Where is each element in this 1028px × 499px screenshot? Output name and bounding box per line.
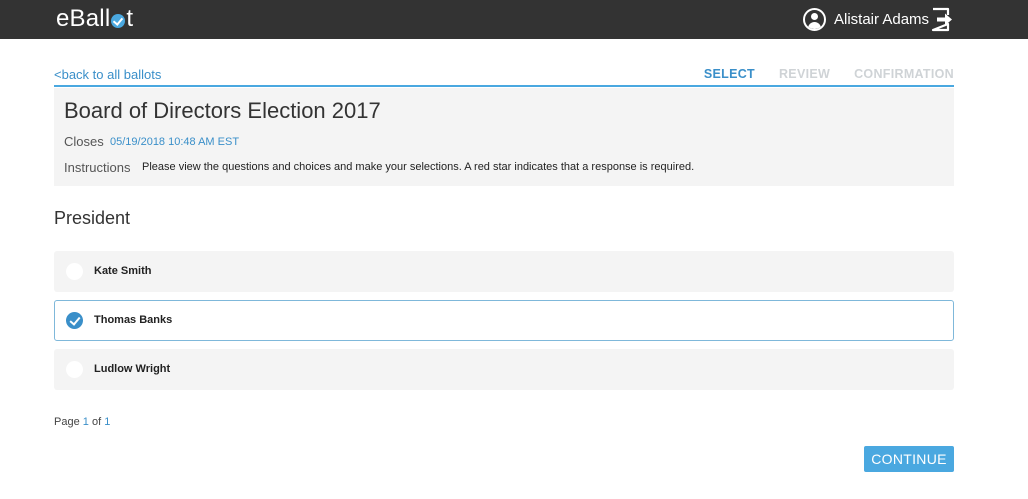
choice-label: Thomas Banks — [94, 314, 173, 326]
page-current: 1 — [82, 416, 89, 428]
back-to-ballots-link[interactable]: <back to all ballots — [54, 67, 161, 82]
eballot-logo[interactable]: eBall t — [56, 4, 133, 34]
user-circle-icon — [803, 7, 826, 31]
progress-steps: SELECT REVIEW CONFIRMATION — [704, 67, 954, 81]
closes-label: Closes — [64, 134, 104, 149]
choice-thomas-banks[interactable]: Thomas Banks — [54, 300, 954, 341]
choice-label: Ludlow Wright — [94, 363, 171, 375]
page-prefix: Page — [54, 416, 80, 428]
logout-icon[interactable] — [931, 7, 953, 32]
page-total: 1 — [104, 416, 111, 428]
radio-unchecked-icon[interactable] — [66, 361, 83, 378]
ballot-info-panel: Board of Directors Election 2017 Closes … — [54, 88, 954, 186]
continue-button[interactable]: CONTINUE — [864, 446, 954, 472]
step-select: SELECT — [703, 67, 755, 81]
radio-unchecked-icon[interactable] — [66, 263, 83, 280]
user-menu[interactable]: Alistair Adams — [803, 7, 929, 31]
header-divider — [54, 85, 954, 87]
page-of: of — [91, 416, 102, 428]
radio-checked-icon[interactable] — [66, 312, 83, 329]
ballot-title: Board of Directors Election 2017 — [64, 98, 381, 123]
page-indicator: Page 1 of 1 — [54, 416, 110, 428]
logo-text-prefix: eBall — [56, 5, 111, 32]
choice-label: Kate Smith — [94, 265, 152, 277]
choice-ludlow-wright[interactable]: Ludlow Wright — [54, 349, 954, 390]
top-bar: eBall t Alistair Adams — [0, 0, 1028, 39]
step-review: REVIEW — [778, 67, 831, 81]
closes-date: 05/19/2018 10:48 AM EST — [110, 136, 240, 148]
instructions-text: Please view the questions and choices an… — [142, 161, 695, 173]
question-title: President — [54, 208, 131, 228]
step-confirmation: CONFIRMATION — [854, 67, 954, 81]
user-name: Alistair Adams — [834, 10, 930, 28]
check-circle-icon — [111, 13, 126, 28]
choice-kate-smith[interactable]: Kate Smith — [54, 251, 954, 292]
logo-text-suffix: t — [126, 5, 134, 32]
instructions-label: Instructions — [64, 160, 131, 175]
